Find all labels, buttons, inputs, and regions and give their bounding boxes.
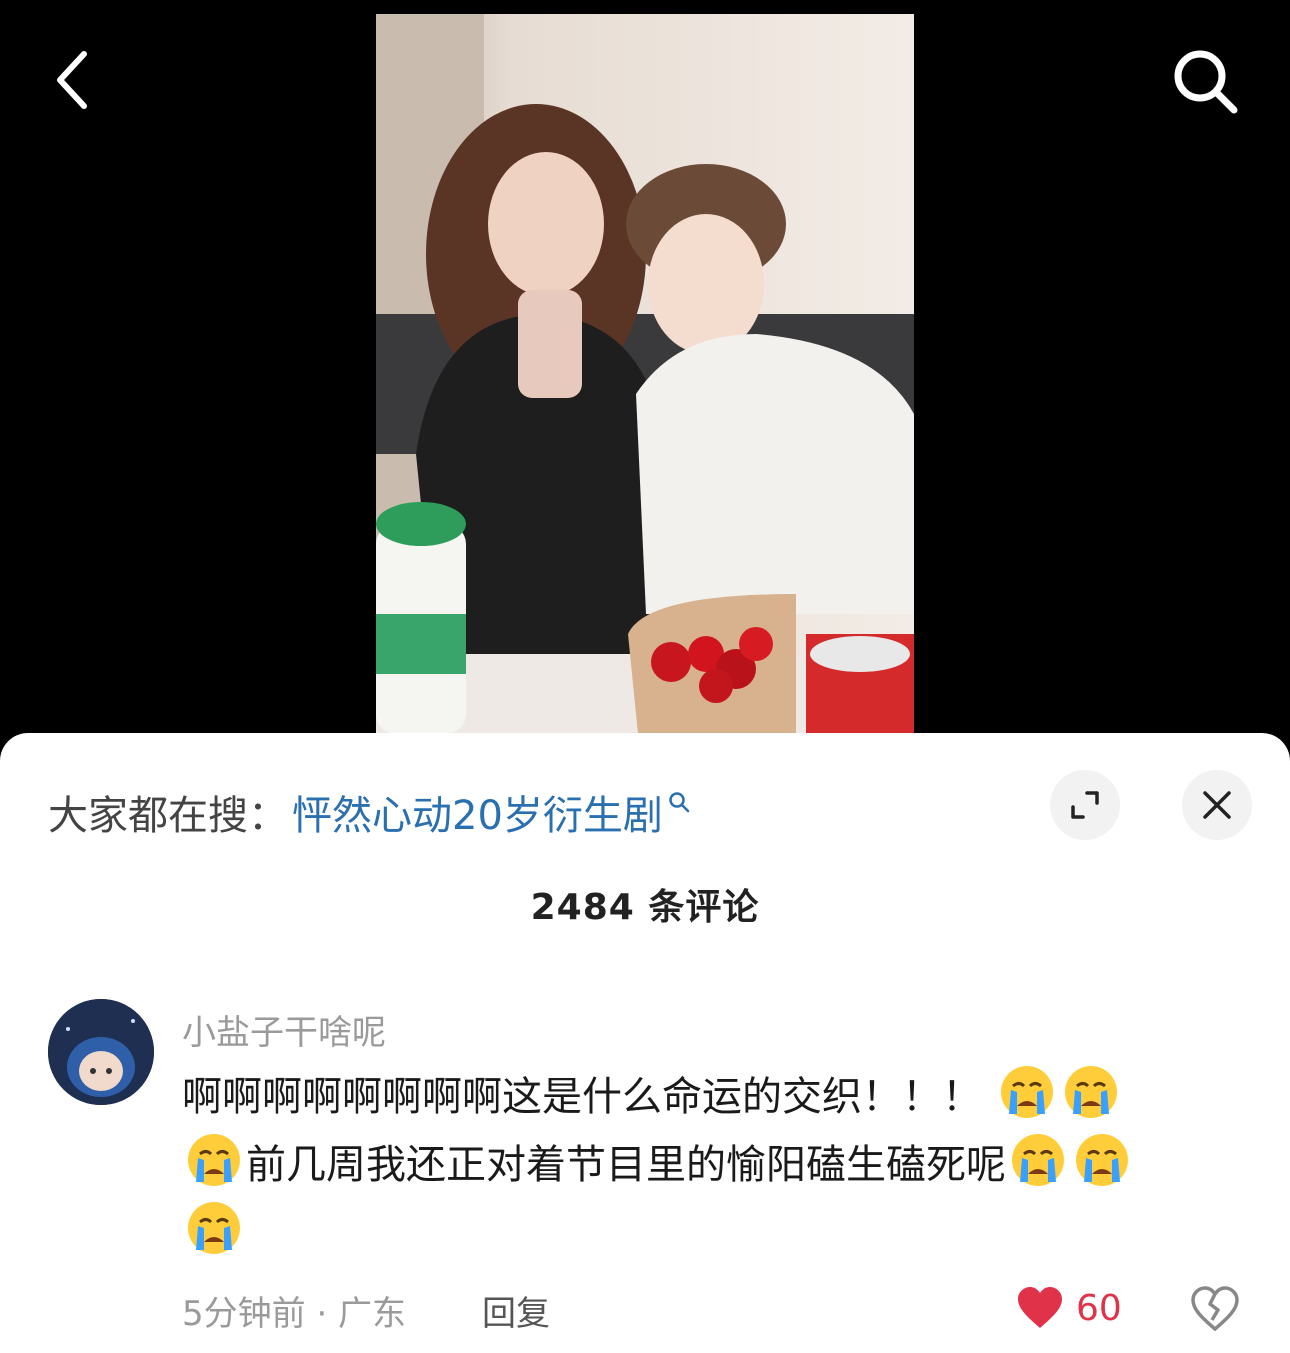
- comment-body: 啊啊啊啊啊啊啊啊这是什么命运的交织！！！ 前几周我还正对着节目里的愉阳磕生磕死呢: [182, 1063, 1222, 1267]
- avatar-image: [48, 999, 154, 1105]
- avatar[interactable]: [48, 999, 154, 1105]
- expand-button[interactable]: [1050, 770, 1120, 840]
- search-button[interactable]: [1160, 36, 1250, 126]
- trending-search[interactable]: 大家都在搜： 怦然心动20岁衍生剧: [48, 783, 691, 841]
- search-icon: [669, 792, 690, 813]
- reply-button[interactable]: 回复: [482, 1286, 550, 1335]
- trending-prefix: 大家都在搜：: [48, 793, 288, 839]
- search-icon: [1174, 50, 1238, 114]
- crying-emoji-icon: [1076, 1134, 1128, 1186]
- comment-username[interactable]: 小盐子干啥呢: [182, 1005, 386, 1054]
- broken-heart-icon: [1191, 1286, 1239, 1332]
- video-thumbnail: [376, 14, 914, 734]
- crying-emoji-icon: [1000, 1066, 1053, 1118]
- comment-text-2: 前几周我还正对着节目里的愉阳磕生磕死呢: [246, 1142, 1006, 1188]
- comment-time-location: 5分钟前 · 广东: [182, 1294, 407, 1334]
- crying-emoji-icon: [1012, 1134, 1064, 1186]
- comments-sheet: 大家都在搜： 怦然心动20岁衍生剧 2484 条评论 小盐子干啥呢 啊啊啊啊啊啊…: [0, 733, 1290, 1353]
- like-count: 60: [1076, 1287, 1122, 1329]
- comment-count: 2484 条评论: [530, 887, 760, 928]
- crying-emoji-icon: [1064, 1066, 1117, 1118]
- comment-text-1: 啊啊啊啊啊啊啊啊这是什么命运的交织！！！: [182, 1074, 982, 1120]
- close-button[interactable]: [1182, 770, 1252, 840]
- video-area: [0, 0, 1290, 760]
- crying-emoji-icon: [188, 1202, 240, 1254]
- video-frame[interactable]: [376, 14, 914, 734]
- close-icon: [1203, 791, 1231, 819]
- heart-icon: [1018, 1287, 1062, 1328]
- trending-query-link[interactable]: 怦然心动20岁衍生剧: [292, 783, 663, 841]
- back-button[interactable]: [40, 40, 104, 120]
- crying-emoji-icon: [188, 1134, 240, 1186]
- expand-icon: [1071, 791, 1099, 819]
- like-button[interactable]: 60: [1016, 1286, 1122, 1330]
- chevron-left-icon: [57, 51, 87, 109]
